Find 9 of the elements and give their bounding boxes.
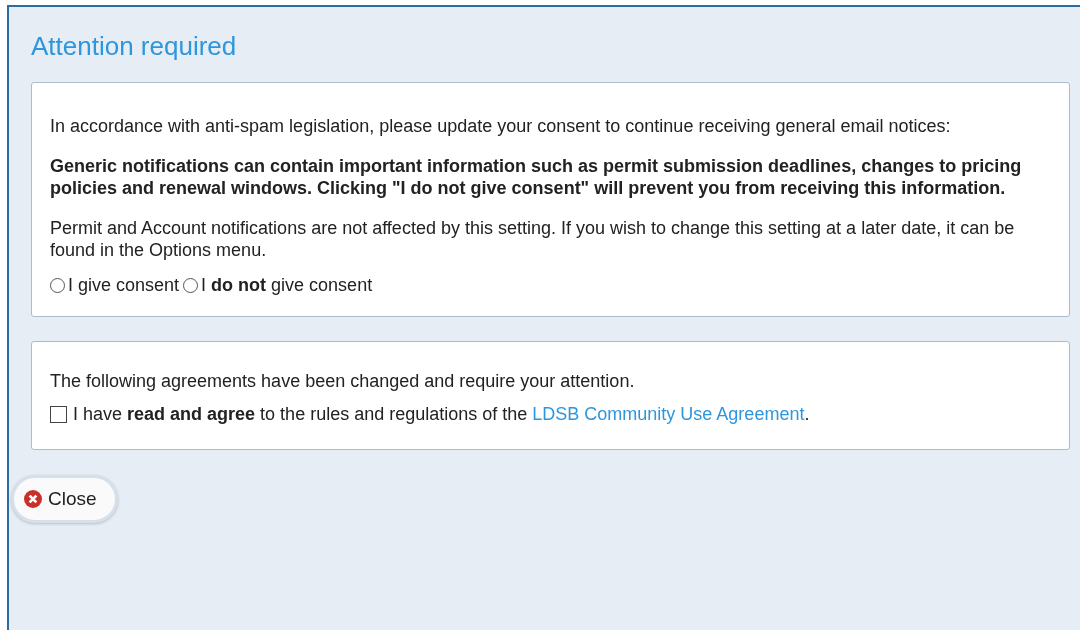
note-text: Permit and Account notifications are not affected by this setting. If you wish to change this setting at a later date, it can be found in the Options menu. — [50, 217, 1016, 261]
dialog-title: Attention required — [31, 30, 238, 63]
checkbox[interactable] — [50, 406, 67, 423]
intro-text: In accordance with anti-spam legislation, please update your consent to continue receiving general email notices: — [50, 115, 952, 137]
close-button[interactable]: Close — [11, 475, 118, 523]
agreement-text: I have read and agree to the rules and regulations of the LDSB Community Use Agreement. — [73, 404, 810, 425]
warning-text: Generic notifications can contain important information such as permit submission deadlines, changes to pricing policies and renewal windows. Clicking "I do not give consent" will prevent you from receiving this information. — [50, 155, 1023, 199]
agreements-text: The following agreements have been changed and require your attention. — [50, 370, 636, 392]
close-icon — [24, 490, 42, 508]
